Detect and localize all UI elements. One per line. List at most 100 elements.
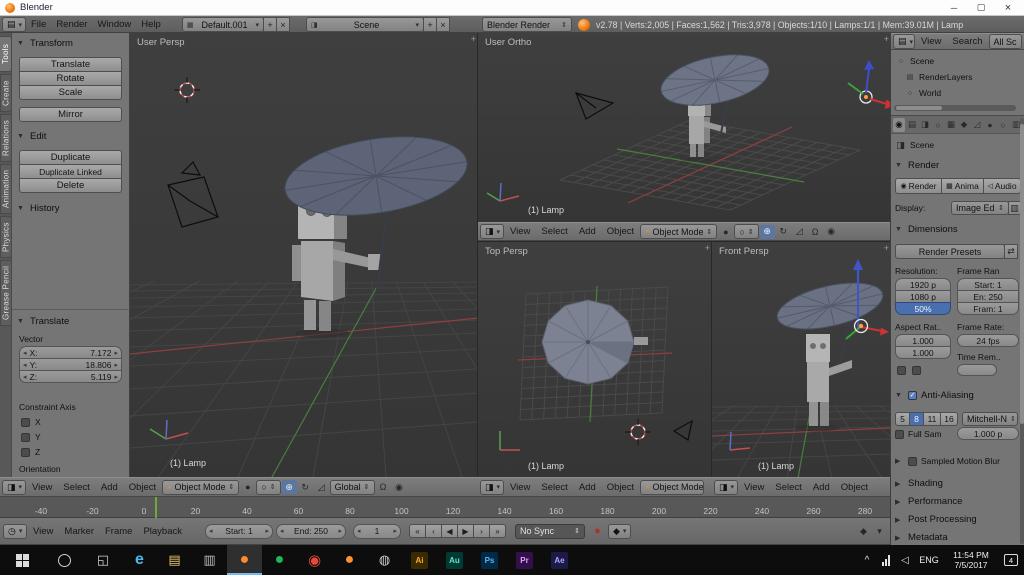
render-animation-button[interactable]: ▦Anima xyxy=(941,178,984,194)
taskbar-app-settings[interactable]: ◍ xyxy=(367,545,402,575)
constraint-y-checkbox[interactable]: Y xyxy=(21,432,41,442)
outliner-item-scene[interactable]: ○ Scene xyxy=(896,54,934,68)
maximize-button[interactable]: ▢ xyxy=(970,2,992,13)
border-checkbox[interactable] xyxy=(897,366,906,375)
clock-tray[interactable]: 11:54 PM 7/5/2017 xyxy=(944,545,998,575)
manipulator-scale-icon[interactable]: ◿ xyxy=(314,480,329,494)
timeline-ruler[interactable]: -40 -20 0 20 40 60 80 100 120 140 160 18… xyxy=(0,497,890,518)
aa-samples-11-button[interactable]: 11 xyxy=(923,412,941,426)
render-engine-dropdown[interactable]: Blender Render⇕ xyxy=(482,17,572,32)
menu-view[interactable]: View xyxy=(739,482,769,493)
menu-render[interactable]: Render xyxy=(51,19,92,30)
render-preview-icon[interactable]: ◉ xyxy=(392,480,407,494)
minimize-button[interactable]: ─ xyxy=(943,3,965,13)
keyframe-insert-icon[interactable]: ◆ xyxy=(856,524,871,538)
pivot-dropdown[interactable]: ○⇕ xyxy=(256,480,280,495)
aa-samples-16-button[interactable]: 16 xyxy=(940,412,958,426)
editor-type-button[interactable]: ◨▾ xyxy=(714,480,738,495)
edit-panel-header[interactable]: ▼Edit xyxy=(17,131,46,142)
shading-panel-header[interactable]: ▶Shading xyxy=(895,478,943,489)
object-tab-icon[interactable]: ▦ xyxy=(945,118,957,132)
preset-add-remove-icon[interactable]: ⇄ xyxy=(1004,244,1018,259)
tray-expand-button[interactable]: ^ xyxy=(858,545,876,575)
time-remap-field[interactable] xyxy=(957,364,997,376)
region-split-plus-icon[interactable]: + xyxy=(884,243,889,253)
duplicate-button[interactable]: Duplicate xyxy=(19,150,122,165)
menu-select[interactable]: Select xyxy=(58,482,94,493)
menu-object[interactable]: Object xyxy=(836,482,873,493)
dimensions-panel-header[interactable]: ▼Dimensions xyxy=(895,224,958,235)
menu-object[interactable]: Object xyxy=(602,482,639,493)
region-split-plus-icon[interactable]: + xyxy=(705,243,710,253)
scene-tab-icon[interactable]: ◨ xyxy=(919,118,931,132)
data-tab-icon[interactable]: ● xyxy=(984,118,996,132)
antialiasing-checkbox[interactable]: ✓ xyxy=(908,391,917,400)
menu-playback[interactable]: Playback xyxy=(138,526,187,537)
menu-select[interactable]: Select xyxy=(770,482,806,493)
mirror-button[interactable]: Mirror xyxy=(19,107,122,122)
tool-tab-create[interactable]: Create xyxy=(0,74,12,112)
start-button[interactable] xyxy=(0,545,44,575)
editor-type-button[interactable]: ◨▾ xyxy=(480,224,504,239)
outliner-display-dropdown[interactable]: All Sc xyxy=(989,34,1022,49)
taskbar-app-audition[interactable]: Au xyxy=(437,545,472,575)
taskbar-app-file-explorer[interactable]: ▤ xyxy=(157,545,192,575)
taskbar-app-blender[interactable]: ● xyxy=(227,545,262,575)
duplicate-linked-button[interactable]: Duplicate Linked xyxy=(19,164,122,179)
lamp-object[interactable] xyxy=(855,320,868,333)
frame-start-field[interactable]: ◂Start: 1▸ xyxy=(205,524,273,539)
motion-blur-checkbox[interactable] xyxy=(908,457,917,466)
menu-add[interactable]: Add xyxy=(96,482,123,493)
close-button[interactable]: × xyxy=(997,2,1019,14)
editor-type-button[interactable]: ◨▾ xyxy=(480,480,504,495)
render-tab-icon[interactable]: ◉ xyxy=(893,118,905,132)
properties-scrollbar[interactable] xyxy=(1020,118,1024,544)
menu-view[interactable]: View xyxy=(916,36,946,47)
history-panel-header[interactable]: ▼History xyxy=(17,203,60,214)
action-center-button[interactable]: 4 xyxy=(998,545,1024,575)
next-keyframe-button[interactable]: › xyxy=(473,524,490,538)
menu-view[interactable]: View xyxy=(27,482,57,493)
orientation-dropdown[interactable]: Global⇕ xyxy=(330,480,375,495)
post-processing-panel-header[interactable]: ▶Post Processing xyxy=(895,514,977,525)
operator-panel-header[interactable]: ▼Translate xyxy=(17,316,69,327)
taskbar-app-spotify[interactable]: ● xyxy=(262,545,297,575)
editor-type-button[interactable]: ◨▾ xyxy=(2,480,26,495)
outliner-item-world[interactable]: ○ World xyxy=(905,86,941,100)
current-frame-field[interactable]: ◂1▸ xyxy=(353,524,401,539)
tool-tab-relations[interactable]: Relations xyxy=(0,114,12,162)
menu-search[interactable]: Search xyxy=(947,36,987,47)
keying-set-dropdown[interactable]: ◆▾ xyxy=(608,524,631,539)
region-split-plus-icon[interactable]: + xyxy=(884,34,889,44)
render-layers-tab-icon[interactable]: ▤ xyxy=(906,118,918,132)
editor-type-button[interactable]: ▤▾ xyxy=(2,17,26,32)
aa-filter-size-field[interactable]: 1.000 p xyxy=(957,427,1019,440)
tool-tab-tools[interactable]: Tools xyxy=(0,36,12,72)
delete-scene-button[interactable]: × xyxy=(436,17,450,32)
volume-tray-button[interactable]: ◁ xyxy=(896,545,914,575)
taskbar-app-edge[interactable]: e xyxy=(122,545,157,575)
menu-help[interactable]: Help xyxy=(136,19,166,30)
play-button[interactable]: ▶ xyxy=(457,524,474,538)
menu-frame[interactable]: Frame xyxy=(100,526,137,537)
menu-select[interactable]: Select xyxy=(536,226,572,237)
menu-view[interactable]: View xyxy=(505,226,535,237)
manipulator-rotate-icon[interactable]: ↻ xyxy=(298,480,313,494)
resolution-percent-field[interactable]: 50% xyxy=(895,302,951,315)
outliner-item-renderlayers[interactable]: ▤ RenderLayers xyxy=(905,70,972,84)
pivot-dropdown[interactable]: ○⇕ xyxy=(734,224,758,239)
language-indicator[interactable]: ENG xyxy=(914,545,944,575)
menu-select[interactable]: Select xyxy=(536,482,572,493)
aspect-y-field[interactable]: 1.000 xyxy=(895,346,951,359)
3d-cursor[interactable] xyxy=(174,77,200,103)
full-sample-checkbox[interactable] xyxy=(895,430,904,439)
menu-add[interactable]: Add xyxy=(574,226,601,237)
translate-button[interactable]: Translate xyxy=(19,57,122,72)
crop-checkbox[interactable] xyxy=(912,366,921,375)
menu-view[interactable]: View xyxy=(505,482,535,493)
modifiers-tab-icon[interactable]: ◿ xyxy=(971,118,983,132)
transform-panel-header[interactable]: ▼Transform xyxy=(17,38,73,49)
camera-arrow[interactable] xyxy=(674,421,692,440)
current-frame-playhead[interactable] xyxy=(155,497,157,518)
manipulator-scale-icon[interactable]: ◿ xyxy=(792,225,807,239)
